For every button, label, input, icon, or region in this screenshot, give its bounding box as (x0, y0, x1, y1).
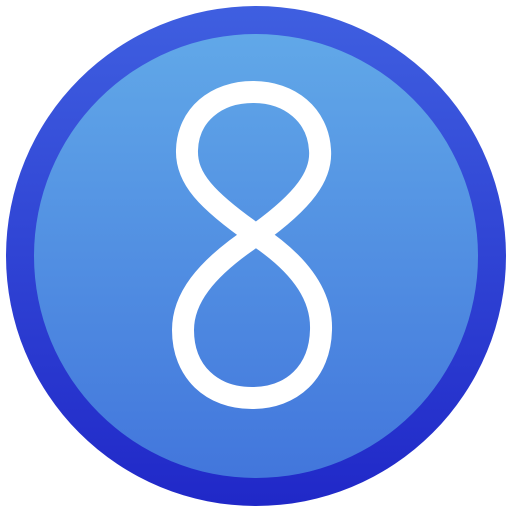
number-eight-badge-icon (6, 6, 506, 506)
number-badge-icon: 8 (0, 0, 512, 512)
